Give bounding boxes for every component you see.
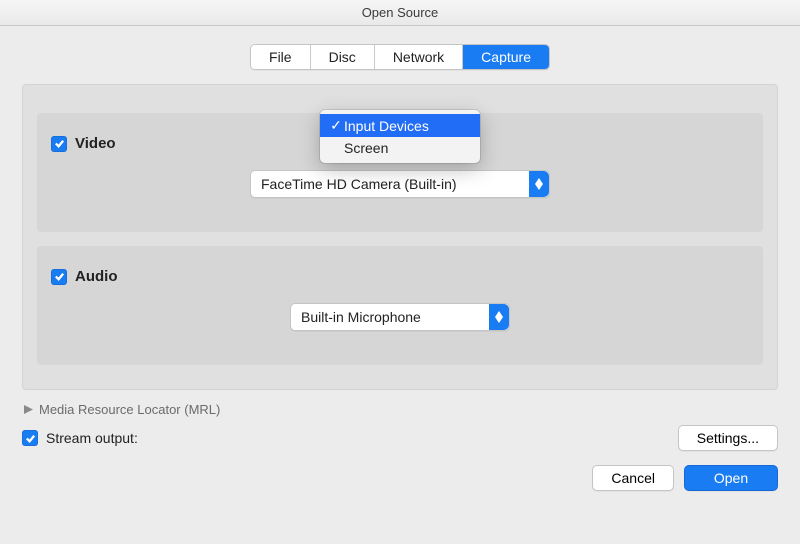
window-title: Open Source [362, 5, 439, 20]
audio-header: Audio [51, 268, 749, 285]
cancel-button[interactable]: Cancel [592, 465, 674, 491]
mrl-disclosure[interactable]: Media Resource Locator (MRL) [24, 402, 778, 417]
audio-label: Audio [75, 268, 118, 285]
video-label: Video [75, 135, 116, 152]
menu-item-input-devices[interactable]: ✓ Input Devices [320, 114, 480, 137]
audio-select-row: Built-in Microphone [51, 303, 749, 331]
chevron-up-down-icon [529, 171, 549, 197]
mrl-label: Media Resource Locator (MRL) [39, 402, 220, 417]
stream-output-row: Stream output: Settings... [22, 425, 778, 451]
tab-disc[interactable]: Disc [311, 45, 375, 69]
tabs-group: File Disc Network Capture [250, 44, 550, 70]
tab-capture[interactable]: Capture [463, 45, 549, 69]
audio-checkbox[interactable] [51, 269, 67, 285]
open-button[interactable]: Open [684, 465, 778, 491]
capture-panel: ✓ Input Devices Screen Video FaceTime HD… [22, 84, 778, 390]
menu-item-screen[interactable]: Screen [320, 137, 480, 159]
video-checkbox[interactable] [51, 136, 67, 152]
tab-file[interactable]: File [251, 45, 311, 69]
audio-device-select[interactable]: Built-in Microphone [290, 303, 510, 331]
menu-item-label: Screen [344, 140, 388, 156]
window-titlebar: Open Source [0, 0, 800, 26]
disclosure-triangle-icon [24, 405, 33, 414]
settings-button[interactable]: Settings... [678, 425, 778, 451]
audio-group: Audio Built-in Microphone [37, 246, 763, 365]
video-device-select[interactable]: FaceTime HD Camera (Built-in) [250, 170, 550, 198]
audio-device-value: Built-in Microphone [291, 309, 489, 325]
chevron-up-down-icon [489, 304, 509, 330]
stream-output-checkbox[interactable] [22, 430, 38, 446]
dialog-footer: Cancel Open [22, 465, 778, 491]
stream-output-label: Stream output: [46, 430, 138, 446]
check-icon: ✓ [328, 117, 344, 134]
menu-item-label: Input Devices [344, 118, 429, 134]
video-device-value: FaceTime HD Camera (Built-in) [251, 176, 529, 192]
source-tabs: File Disc Network Capture [22, 44, 778, 70]
capture-mode-menu: ✓ Input Devices Screen [320, 110, 480, 163]
stream-left: Stream output: [22, 430, 138, 446]
tab-network[interactable]: Network [375, 45, 463, 69]
main-content: File Disc Network Capture ✓ Input Device… [0, 26, 800, 506]
video-select-row: FaceTime HD Camera (Built-in) [51, 170, 749, 198]
